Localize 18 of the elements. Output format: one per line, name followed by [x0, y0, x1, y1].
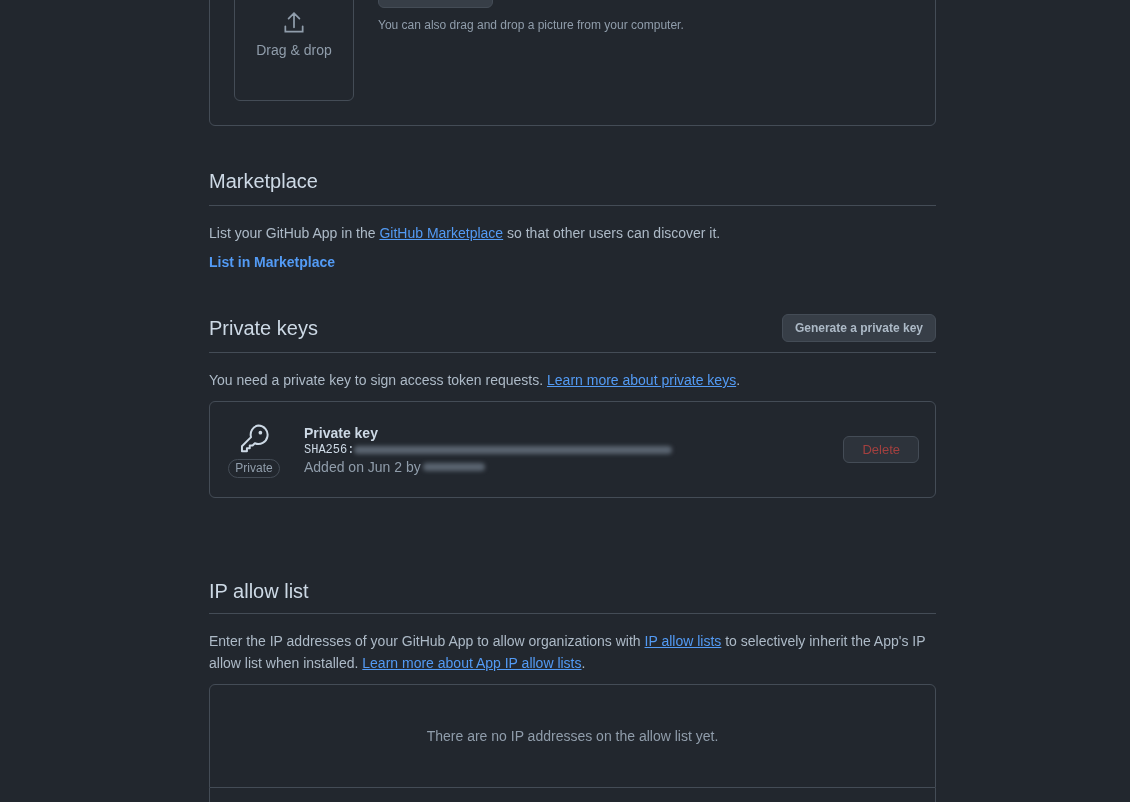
ip-allow-list-description: Enter the IP addresses of your GitHub App to allow organizations with IP allow lists to selectively inherit the App's IP allow list when installed. Learn more about App IP allow lists. — [209, 632, 927, 673]
section-heading: IP allow list — [209, 580, 309, 603]
private-keys-description: You need a private key to sign access token requests. Learn more about private keys. — [209, 371, 742, 390]
ip-allow-lists-link[interactable]: IP allow lists — [644, 633, 722, 649]
upload-hint: You can also drag and drop a picture from your computer. — [378, 18, 684, 32]
marketplace-description: List your GitHub App in the GitHub Marketplace so that other users can discover it. — [209, 224, 722, 243]
learn-more-link[interactable]: Learn more about App IP allow lists — [362, 655, 582, 671]
added-text: Added on Jun 2 by — [304, 458, 421, 475]
empty-state-text: There are no IP addresses on the allow list yet. — [426, 728, 719, 744]
key-title: Private key — [304, 424, 379, 441]
fingerprint-label: SHA256: — [304, 442, 355, 457]
dropzone[interactable]: Drag & drop — [234, 0, 354, 101]
generate-key-button[interactable]: Generate a private key — [781, 314, 936, 342]
marketplace-link[interactable]: GitHub Marketplace — [379, 225, 504, 241]
section-heading: Marketplace — [209, 170, 318, 193]
dropzone-label: Drag & drop — [256, 42, 332, 58]
section-heading: Private keys — [209, 316, 318, 340]
list-in-marketplace-link[interactable]: List in Marketplace — [209, 254, 336, 270]
